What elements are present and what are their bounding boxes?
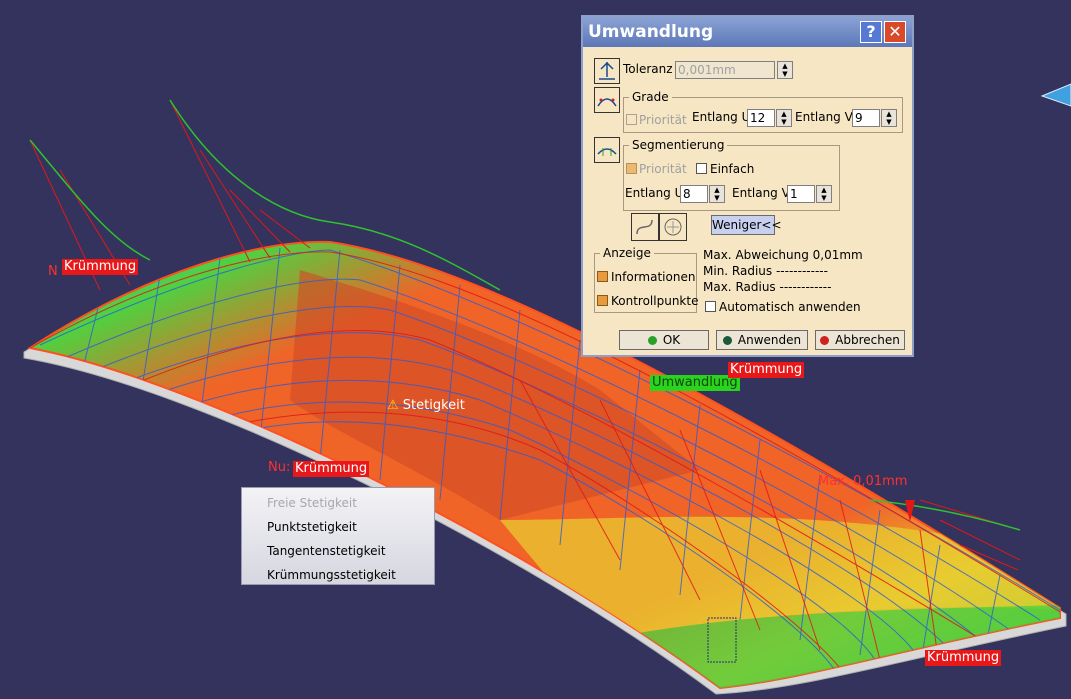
stetigkeit-text: Stetigkeit xyxy=(402,398,465,413)
curve-icon[interactable] xyxy=(631,213,659,241)
auto-apply-label: Automatisch anwenden xyxy=(719,300,861,314)
kruemmung-label-bottom[interactable]: Krümmung xyxy=(925,650,1002,666)
stetigkeit-label[interactable]: ⚠ Stetigkeit xyxy=(387,398,465,414)
grade-entlang-u-field[interactable]: 12 xyxy=(747,109,775,127)
menu-item-freie-stetigkeit[interactable]: Freie Stetigkeit xyxy=(267,496,357,510)
continuity-context-menu: Freie Stetigkeit Punktstetigkeit Tangent… xyxy=(241,487,435,585)
kruemmung-label-mid[interactable]: Krümmung xyxy=(293,461,370,477)
tolerance-mode-icon[interactable] xyxy=(594,58,620,84)
kruemmung-prefix-mid: Nu: xyxy=(268,460,291,475)
menu-item-punktstetigkeit[interactable]: Punktstetigkeit xyxy=(267,520,357,534)
segmentation-mode-icon[interactable] xyxy=(594,137,620,163)
grade-prioritaet-label: Priorität xyxy=(639,113,687,127)
kontrollpunkte-label: Kontrollpunkte xyxy=(611,294,699,308)
grade-entlang-v-field[interactable]: 9 xyxy=(852,109,880,127)
kontrollpunkte-checkbox[interactable] xyxy=(597,295,608,306)
apply-icon xyxy=(722,336,732,345)
cancel-icon xyxy=(820,336,830,345)
grade-group-label: Grade xyxy=(629,90,672,104)
kruemmung-label-right[interactable]: Krümmung xyxy=(728,362,805,378)
weniger-button[interactable]: Weniger<< xyxy=(711,215,782,235)
seg-entlang-v-field[interactable]: 1 xyxy=(787,185,815,203)
grade-entlang-u-label: Entlang U xyxy=(692,110,751,124)
degree-mode-icon[interactable] xyxy=(594,87,620,113)
grade-entlang-u-spinner[interactable]: ▲ ▼ xyxy=(776,109,792,127)
dialog-titlebar[interactable]: Umwandlung ? ✕ xyxy=(583,17,912,47)
seg-entlang-v-label: Entlang V xyxy=(732,186,790,200)
ok-button[interactable]: OK xyxy=(619,330,709,350)
umwandlung-dialog: Umwandlung ? ✕ Toleranz 0,001mm ▲ ▼ Grade… xyxy=(581,15,914,357)
max-radius-text: Max. Radius ------------ xyxy=(703,280,832,294)
einfach-checkbox[interactable] xyxy=(696,163,707,174)
grade-entlang-v-label: Entlang V xyxy=(795,110,853,124)
help-button[interactable]: ? xyxy=(860,21,882,43)
seg-entlang-u-field[interactable]: 8 xyxy=(680,185,708,203)
max-deviation-label: Max. 0,01mm xyxy=(818,474,908,489)
ok-icon xyxy=(647,336,657,345)
umwandlung-label[interactable]: Umwandlung xyxy=(650,375,740,391)
informationen-label: Informationen xyxy=(611,270,696,284)
close-button[interactable]: ✕ xyxy=(884,21,906,43)
seg-entlang-v-spinner[interactable]: ▲ ▼ xyxy=(816,185,832,203)
grade-entlang-v-spinner[interactable]: ▲ ▼ xyxy=(881,109,897,127)
abbrechen-button[interactable]: Abbrechen xyxy=(815,330,905,350)
max-abweichung-text: Max. Abweichung 0,01mm xyxy=(703,248,863,262)
min-radius-text: Min. Radius ------------ xyxy=(703,264,828,278)
grade-prioritaet-checkbox[interactable] xyxy=(626,114,637,125)
toleranz-label: Toleranz xyxy=(623,62,673,76)
menu-item-tangentenstetigkeit[interactable]: Tangentenstetigkeit xyxy=(267,544,386,558)
kruemmung-label-left[interactable]: Krümmung xyxy=(62,259,139,275)
anwenden-button[interactable]: Anwenden xyxy=(716,330,808,350)
segmentierung-group-label: Segmentierung xyxy=(629,138,728,152)
toleranz-spinner[interactable]: ▲ ▼ xyxy=(777,61,793,79)
anzeige-group-label: Anzeige xyxy=(600,246,654,260)
seg-prioritaet-checkbox[interactable] xyxy=(626,163,637,174)
surface-icon[interactable] xyxy=(659,213,687,241)
einfach-label: Einfach xyxy=(710,162,755,176)
corner-marker xyxy=(1040,83,1071,107)
seg-entlang-u-label: Entlang U xyxy=(625,186,684,200)
seg-entlang-u-spinner[interactable]: ▲ ▼ xyxy=(709,185,725,203)
dialog-title: Umwandlung xyxy=(588,22,714,42)
menu-item-kruemmungsstetigkeit[interactable]: Krümmungsstetigkeit xyxy=(267,568,396,582)
informationen-checkbox[interactable] xyxy=(597,271,608,282)
toleranz-field[interactable]: 0,001mm xyxy=(675,61,775,79)
seg-prioritaet-label: Priorität xyxy=(639,162,687,176)
warning-icon: ⚠ xyxy=(387,398,399,413)
auto-apply-checkbox[interactable] xyxy=(705,301,716,312)
kruemmung-prefix-left: N xyxy=(48,264,58,279)
